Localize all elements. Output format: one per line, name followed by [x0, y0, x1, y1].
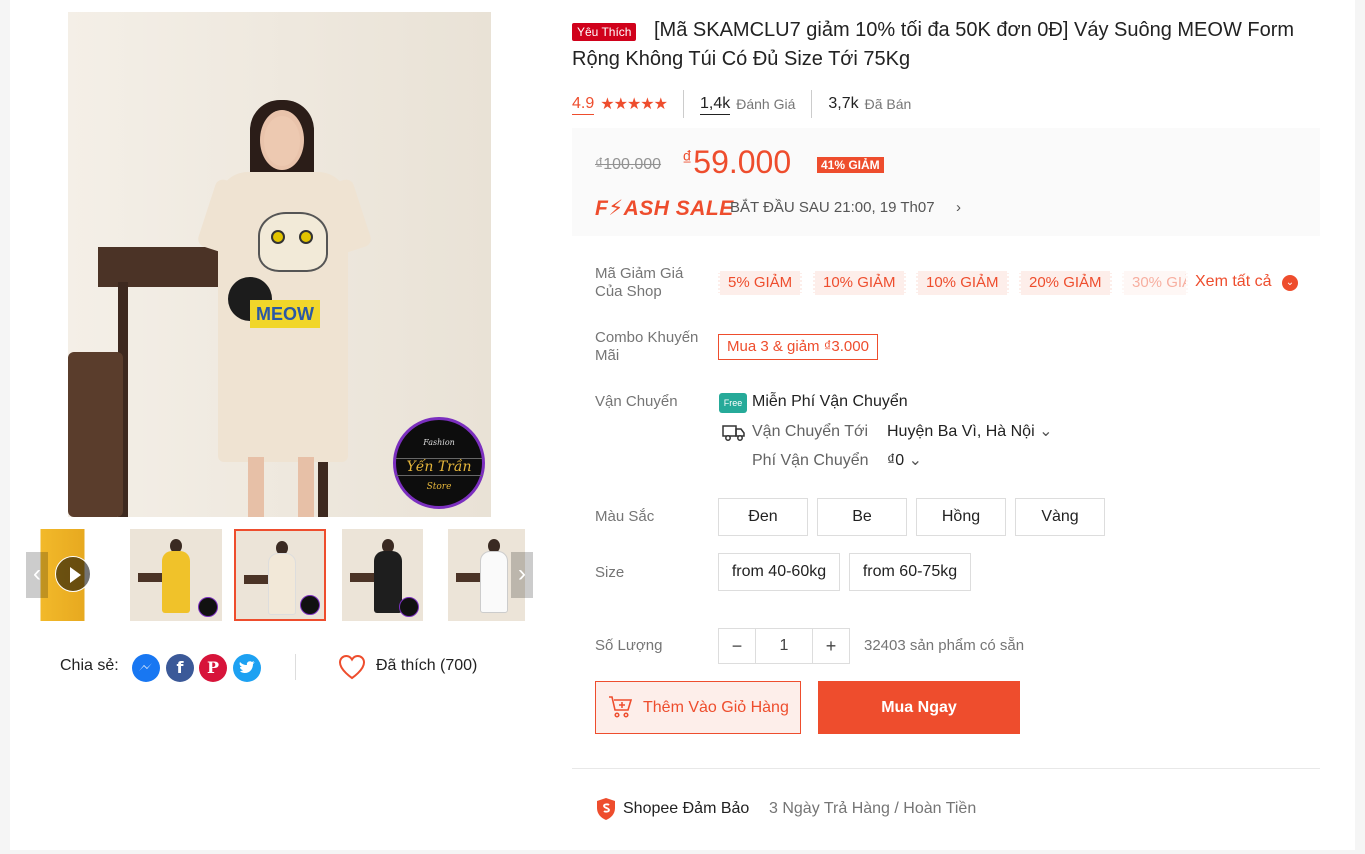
share-divider [295, 654, 296, 680]
size-option-60-75[interactable]: from 60-75kg [849, 553, 971, 591]
free-shipping-icon: Free [719, 393, 747, 413]
color-option-black[interactable]: Đen [718, 498, 808, 536]
reviews-label: Đánh Giá [736, 96, 796, 112]
thumbnail-prev-icon[interactable]: ‹ [26, 552, 48, 598]
rating-row: 4.9 ★★★★★ 1,4k Đánh Giá 3,7k Đã Bán [572, 90, 911, 118]
quantity-input[interactable]: 1 [755, 629, 813, 663]
voucher-tag[interactable]: 10% GIẢM [813, 271, 906, 295]
flash-sale-logo: F⚡ASH SALE [595, 197, 734, 220]
chevron-down-icon[interactable]: ⌄ [1282, 275, 1298, 291]
main-product-image[interactable]: MEOW Fashion Yến Trần Store [68, 12, 491, 517]
voucher-label: Mã Giảm Giá Của Shop [595, 265, 684, 300]
color-option-yellow[interactable]: Vàng [1015, 498, 1105, 536]
thumbnail-next-icon[interactable]: › [511, 552, 533, 598]
voucher-tag[interactable]: 5% GIẢM [718, 271, 803, 295]
original-price: ₫100.000 [595, 156, 662, 173]
see-all-vouchers-link[interactable]: Xem tất cả [1195, 273, 1271, 291]
shop-logo-watermark: Fashion Yến Trần Store [393, 417, 485, 509]
favorite-badge: Yêu Thích [572, 23, 637, 41]
thumbnail-beige-dress[interactable] [234, 529, 326, 621]
buy-now-button[interactable]: Mua Ngay [818, 681, 1020, 734]
size-label: Size [595, 564, 625, 581]
star-icons: ★★★★★ [600, 96, 668, 113]
heart-icon[interactable] [338, 654, 366, 685]
increase-quantity-button[interactable]: + [813, 629, 849, 663]
chevron-right-icon[interactable]: › [956, 199, 961, 216]
ship-to-label: Vận Chuyển Tới [752, 423, 869, 440]
divider [572, 768, 1320, 769]
messenger-icon[interactable] [132, 654, 160, 682]
color-option-pink[interactable]: Hồng [916, 498, 1006, 536]
quantity-stepper: − 1 + [718, 628, 850, 664]
twitter-icon[interactable] [233, 654, 261, 682]
product-title: [Mã SKAMCLU7 giảm 10% tối đa 50K đơn 0Đ]… [572, 19, 1295, 70]
stock-available: 32403 sản phẩm có sẵn [864, 637, 1025, 654]
thumbnail-yellow-dress[interactable] [130, 529, 222, 621]
size-option-40-60[interactable]: from 40-60kg [718, 553, 840, 591]
sold-label: Đã Bán [864, 96, 912, 112]
pinterest-icon[interactable]: P [199, 654, 227, 682]
shield-icon [595, 797, 617, 826]
combo-label: Combo Khuyến Mãi [595, 329, 699, 364]
thumbnail-black-dress[interactable] [342, 529, 423, 621]
shipping-label: Vận Chuyển [595, 393, 678, 410]
truck-icon [722, 423, 746, 448]
color-option-beige[interactable]: Be [817, 498, 907, 536]
ship-to-location[interactable]: Huyện Ba Vì, Hà Nội ⌄ [887, 422, 1052, 442]
flash-sale-time[interactable]: BẮT ĐẦU SAU 21:00, 19 Th07 [730, 199, 935, 216]
reviews-count[interactable]: 1,4k [699, 94, 731, 115]
shipping-fee-value[interactable]: ₫0 ⌄ [887, 451, 922, 471]
voucher-tag[interactable]: 10% GIẢM [916, 271, 1009, 295]
share-label: Chia sẻ: [60, 657, 119, 674]
dress-print-text: MEOW [250, 300, 320, 328]
voucher-tag[interactable]: 30% GIẢ [1122, 271, 1188, 295]
sold-count: 3,7k [828, 95, 859, 112]
decrease-quantity-button[interactable]: − [719, 629, 755, 663]
page-edge [1355, 0, 1365, 854]
chevron-down-icon: ⌄ [1039, 423, 1053, 440]
discount-badge: 41% GIẢM [817, 157, 884, 173]
cart-icon [608, 694, 634, 720]
sale-price: ₫59.000 [682, 144, 792, 180]
free-shipping-text: Miễn Phí Vận Chuyển [752, 393, 908, 410]
color-label: Màu Sắc [595, 508, 655, 525]
facebook-icon[interactable]: f [166, 654, 194, 682]
rating-value[interactable]: 4.9 [572, 94, 595, 115]
chevron-down-icon: ⌄ [908, 452, 922, 469]
liked-count[interactable]: Đã thích (700) [376, 657, 477, 675]
guarantee-desc: 3 Ngày Trả Hàng / Hoàn Tiền [769, 800, 977, 817]
quantity-label: Số Lượng [595, 637, 663, 654]
shipping-fee-label: Phí Vận Chuyển [752, 452, 869, 469]
voucher-tag[interactable]: 20% GIẢM [1019, 271, 1112, 295]
play-icon[interactable] [55, 556, 91, 592]
guarantee-title[interactable]: Shopee Đảm Bảo [623, 800, 749, 818]
combo-deal-tag[interactable]: Mua 3 & giảm ₫3.000 [718, 334, 878, 360]
